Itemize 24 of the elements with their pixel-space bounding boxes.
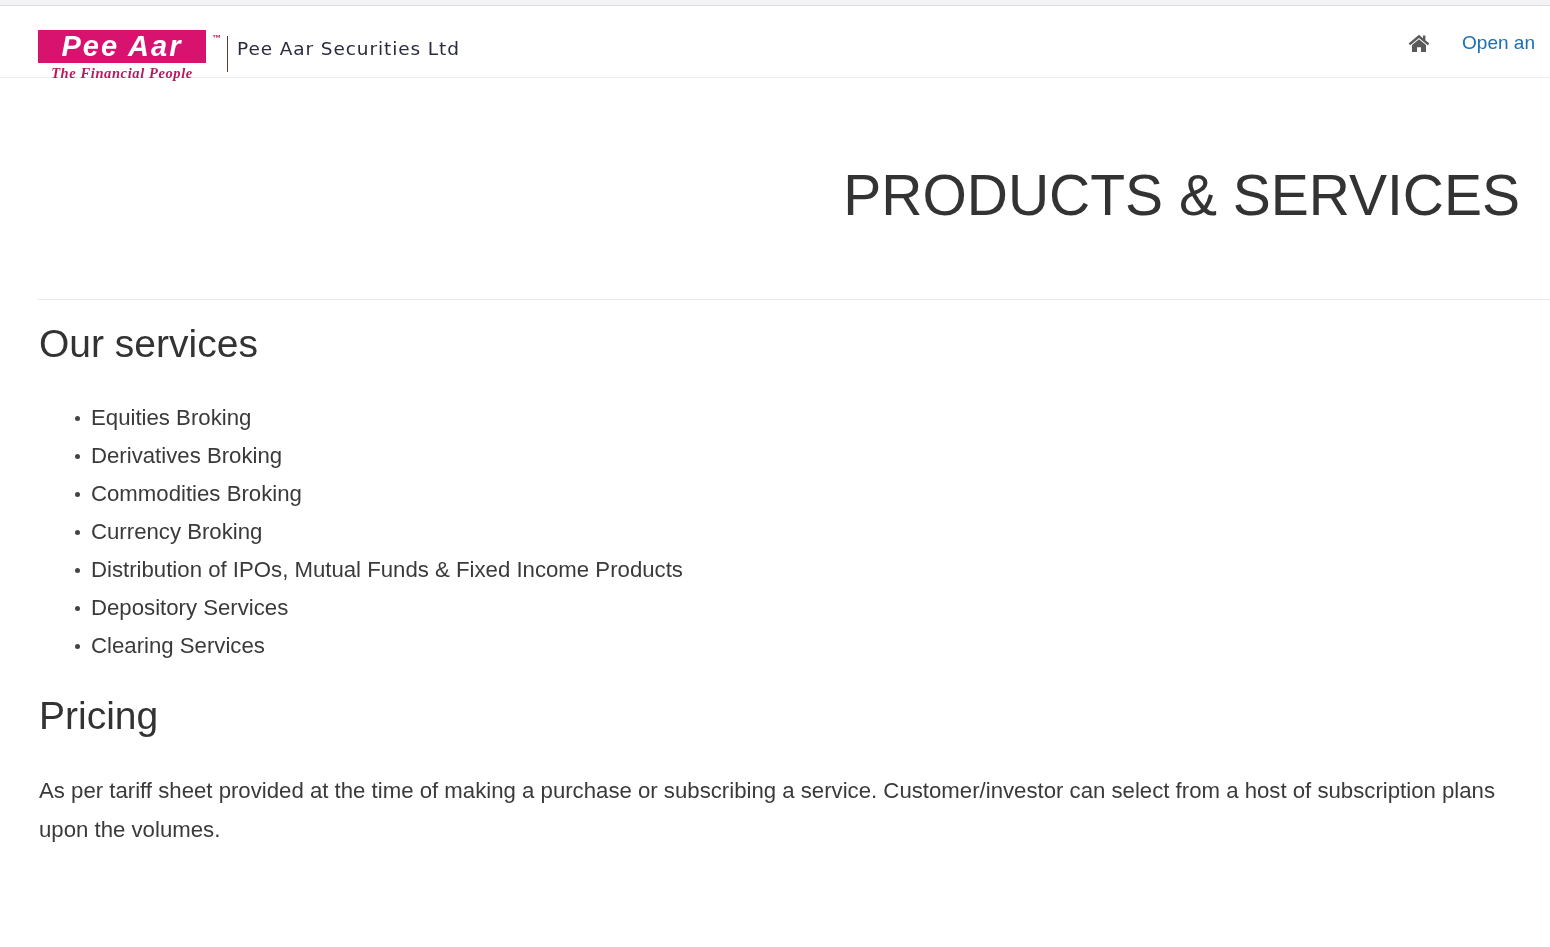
logo-wordmark: Pee Aar: [38, 30, 206, 63]
section-heading: Our services: [39, 322, 258, 366]
pricing-paragraph: As per tariff sheet provided at the time of making a purchase or subscribing a service. Customer/investor can select from a host of subscription plans upon the volumes.: [39, 777, 1496, 844]
bullet-icon: [75, 415, 80, 421]
bullet-icon: [75, 605, 80, 611]
service-item: Distribution of IPOs, Mutual Funds & Fixed Income Products: [91, 557, 683, 583]
section-heading: Pricing: [39, 694, 159, 738]
logo-tagline: The Financial People: [51, 65, 193, 82]
bullet-icon: [75, 529, 80, 535]
trademark-sign: ™: [212, 33, 221, 43]
open-account-link[interactable]: Open an: [1462, 31, 1535, 55]
bullet-icon: [75, 491, 80, 497]
service-item: Currency Broking: [91, 519, 263, 545]
home-icon[interactable]: [1408, 34, 1431, 52]
service-item: Depository Services: [91, 595, 289, 621]
bullet-icon: [75, 567, 80, 573]
company-name: Pee Aar Securities Ltd: [237, 37, 460, 61]
service-item: Commodities Broking: [91, 481, 302, 507]
service-item: Clearing Services: [91, 633, 265, 659]
service-item: Equities Broking: [91, 405, 252, 431]
bullet-icon: [75, 453, 80, 459]
page-title: PRODUCTS & SERVICES: [843, 162, 1520, 229]
service-item: Derivatives Broking: [91, 443, 283, 469]
bullet-icon: [75, 643, 80, 649]
